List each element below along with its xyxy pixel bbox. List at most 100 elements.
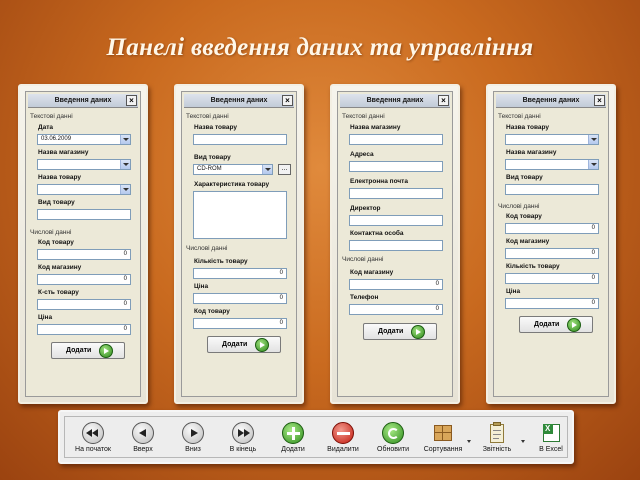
text-section-label: Текстові данні xyxy=(342,113,385,120)
product-kind-value: CD-ROM xyxy=(197,166,222,172)
product-code-label: Код товару xyxy=(38,239,74,246)
store-name-dropdown[interactable] xyxy=(505,159,599,170)
window-title-text: Введення даних xyxy=(522,97,580,104)
data-entry-window-2: Введення даних × Текстові данні Назва то… xyxy=(181,91,297,397)
green-arrow-icon xyxy=(567,318,581,332)
browse-button[interactable]: ... xyxy=(278,164,291,175)
close-icon[interactable]: × xyxy=(126,95,137,106)
characteristics-label: Характеристика товару xyxy=(194,181,270,188)
product-code-label: Код товару xyxy=(506,213,542,220)
rewind-icon xyxy=(82,422,104,444)
quantity-label: Кількість товару xyxy=(506,263,560,270)
phone-label: Телефон xyxy=(350,294,379,301)
slide-title: Панелі введення даних та управління xyxy=(106,34,534,61)
reports-button[interactable]: Звітність xyxy=(471,420,523,458)
export-excel-button[interactable]: X В Excel xyxy=(525,420,577,458)
close-icon[interactable]: × xyxy=(282,95,293,106)
window-title-text: Введення даних xyxy=(210,97,268,104)
window-title-text: Введення даних xyxy=(54,97,112,104)
product-code-input[interactable]: 0 xyxy=(193,318,287,329)
add-button[interactable]: Додати xyxy=(51,342,125,359)
email-input[interactable] xyxy=(349,188,443,199)
excel-icon: X xyxy=(540,422,562,444)
date-dropdown[interactable]: 03.06.2009 xyxy=(37,134,131,145)
sort-button[interactable]: Сортування xyxy=(417,420,469,458)
add-button-label: Додати xyxy=(222,341,248,348)
product-name-label: Назва товару xyxy=(194,124,238,131)
chevron-down-icon[interactable] xyxy=(120,185,130,194)
quantity-input[interactable]: 0 xyxy=(37,299,131,310)
product-kind-label: Вид товару xyxy=(194,154,231,161)
store-code-input[interactable]: 0 xyxy=(37,274,131,285)
quantity-label: К-сть товару xyxy=(38,289,79,296)
product-kind-input[interactable] xyxy=(37,209,131,220)
product-name-input[interactable] xyxy=(193,134,287,145)
chevron-down-icon[interactable] xyxy=(120,160,130,169)
text-section-label: Текстові данні xyxy=(498,113,541,120)
play-icon xyxy=(182,422,204,444)
price-input[interactable]: 0 xyxy=(37,324,131,335)
store-code-input[interactable]: 0 xyxy=(349,279,443,290)
window-title[interactable]: Введення даних × xyxy=(28,94,138,108)
store-code-label: Код магазину xyxy=(38,264,82,271)
product-name-dropdown[interactable] xyxy=(37,184,131,195)
green-arrow-icon xyxy=(411,325,425,339)
window-title[interactable]: Введення даних × xyxy=(496,94,606,108)
product-code-input[interactable]: 0 xyxy=(37,249,131,260)
data-entry-window-4: Введення даних × Текстові данні Назва то… xyxy=(493,91,609,397)
numeric-section-label: Числові данні xyxy=(30,229,72,236)
green-refresh-icon xyxy=(382,422,404,444)
product-kind-dropdown[interactable]: CD-ROM xyxy=(193,164,273,175)
contact-person-label: Контактна особа xyxy=(350,230,404,237)
store-name-label: Назва магазину xyxy=(506,149,557,156)
product-kind-label: Вид товару xyxy=(38,199,75,206)
product-kind-label: Вид товару xyxy=(506,174,543,181)
green-plus-icon xyxy=(282,422,304,444)
close-icon[interactable]: × xyxy=(438,95,449,106)
price-label: Ціна xyxy=(38,314,53,321)
store-name-dropdown[interactable] xyxy=(37,159,131,170)
quantity-input[interactable]: 0 xyxy=(505,273,599,284)
numeric-section-label: Числові данні xyxy=(186,245,228,252)
chevron-down-icon[interactable] xyxy=(588,160,598,169)
director-input[interactable] xyxy=(349,215,443,226)
product-code-input[interactable]: 0 xyxy=(505,223,599,234)
characteristics-textarea[interactable] xyxy=(193,191,287,239)
store-code-label: Код магазину xyxy=(506,238,550,245)
chevron-down-icon[interactable] xyxy=(588,135,598,144)
director-label: Директор xyxy=(350,205,381,212)
email-label: Електронна почта xyxy=(350,178,408,185)
add-button[interactable]: Додати xyxy=(207,336,281,353)
navigation-toolbar: На початок Вверх Вниз В кінець Додати Ви… xyxy=(58,410,574,464)
close-icon[interactable]: × xyxy=(594,95,605,106)
quantity-input[interactable]: 0 xyxy=(193,268,287,279)
window-title[interactable]: Введення даних × xyxy=(184,94,294,108)
numeric-section-label: Числові данні xyxy=(342,256,384,263)
store-code-label: Код магазину xyxy=(350,269,394,276)
price-input[interactable]: 0 xyxy=(193,293,287,304)
date-value: 03.06.2009 xyxy=(41,136,72,142)
store-code-input[interactable]: 0 xyxy=(505,248,599,259)
phone-input[interactable]: 0 xyxy=(349,304,443,315)
address-input[interactable] xyxy=(349,161,443,172)
text-section-label: Текстові данні xyxy=(30,113,73,120)
window-title[interactable]: Введення даних × xyxy=(340,94,450,108)
product-name-label: Назва товару xyxy=(506,124,550,131)
window-title-text: Введення даних xyxy=(366,97,424,104)
green-arrow-icon xyxy=(255,338,269,352)
product-kind-input[interactable] xyxy=(505,184,599,195)
contact-person-input[interactable] xyxy=(349,240,443,251)
green-arrow-icon xyxy=(99,344,113,358)
add-button[interactable]: Додати xyxy=(519,316,593,333)
text-section-label: Текстові данні xyxy=(186,113,229,120)
add-button[interactable]: Додати xyxy=(363,323,437,340)
chevron-down-icon[interactable] xyxy=(120,135,130,144)
numeric-section-label: Числові данні xyxy=(498,203,540,210)
panel-1-frame: Введення даних × Текстові данні Дата 03.… xyxy=(18,84,148,404)
store-name-input[interactable] xyxy=(349,134,443,145)
product-name-dropdown[interactable] xyxy=(505,134,599,145)
data-entry-window-1: Введення даних × Текстові данні Дата 03.… xyxy=(25,91,141,397)
fast-forward-icon xyxy=(232,422,254,444)
price-input[interactable]: 0 xyxy=(505,298,599,309)
chevron-down-icon[interactable] xyxy=(262,165,272,174)
